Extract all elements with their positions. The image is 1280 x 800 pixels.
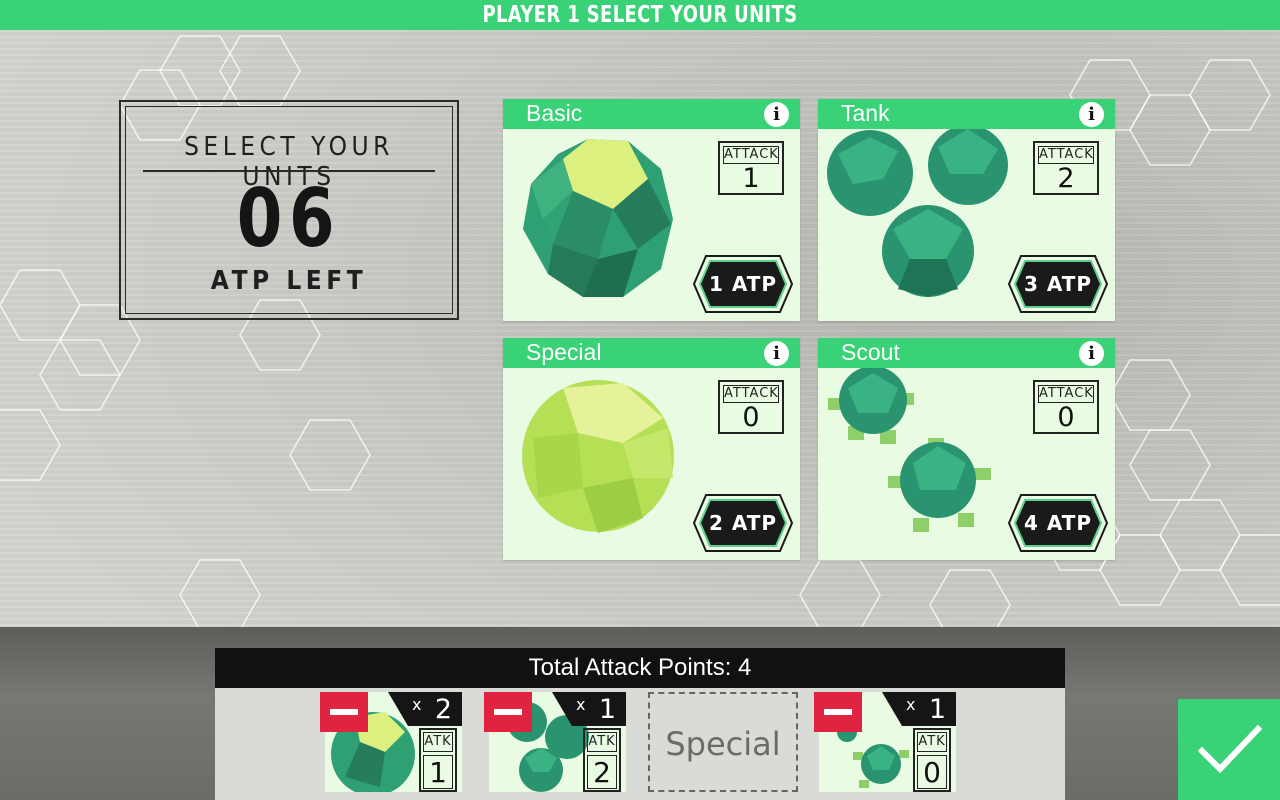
unit-name: Scout <box>841 339 900 365</box>
unit-card-scout[interactable]: Scout i ATTACK 0 4 ATP <box>818 338 1115 560</box>
unit-card-header: Tank i <box>818 99 1115 129</box>
minus-icon <box>824 709 852 715</box>
total-attack-points: Total Attack Points: 4 <box>215 648 1065 688</box>
cost-label: 4 ATP <box>1023 511 1093 535</box>
attack-stat: ATTACK 0 <box>718 380 784 434</box>
atk-value: 1 <box>423 755 453 789</box>
unit-count: 1 <box>928 694 946 725</box>
attack-value: 2 <box>1057 163 1075 194</box>
count-prefix: x <box>906 695 916 714</box>
attack-label: ATTACK <box>723 146 779 164</box>
unit-count-tab: x 1 <box>882 692 956 726</box>
checkmark-icon <box>1197 724 1263 774</box>
count-prefix: x <box>412 695 422 714</box>
unit-card-header: Special i <box>503 338 800 368</box>
atk-stat: ATK 2 <box>583 728 621 792</box>
remove-unit-button[interactable] <box>814 692 862 732</box>
info-icon[interactable]: i <box>1079 102 1104 127</box>
info-icon[interactable]: i <box>764 341 789 366</box>
attack-label: ATTACK <box>723 385 779 403</box>
top-bar: PLAYER 1 SELECT YOUR UNITS <box>0 0 1280 30</box>
selected-slot-tank: ATK 2 x 1 <box>484 692 626 792</box>
selected-slot-scout: ATK 0 x 1 <box>814 692 956 792</box>
atk-label: ATK <box>917 732 947 752</box>
basic-unit-image <box>523 139 673 297</box>
attack-value: 0 <box>742 402 760 433</box>
unit-count-tab: x 1 <box>552 692 626 726</box>
unit-name: Special <box>526 339 602 365</box>
count-prefix: x <box>576 695 586 714</box>
unit-name: Tank <box>841 100 890 126</box>
attack-value: 1 <box>742 163 760 194</box>
selected-slot-basic: ATK 1 x 2 <box>320 692 462 796</box>
attack-stat: ATTACK 2 <box>1033 141 1099 195</box>
special-unit-image <box>522 380 674 533</box>
attack-label: ATTACK <box>1038 385 1094 403</box>
atp-left-label: ATP LEFT <box>210 266 368 296</box>
atk-label: ATK <box>423 732 453 752</box>
atk-stat: ATK 1 <box>419 728 457 792</box>
unit-count: 2 <box>434 694 452 725</box>
scout-unit-image <box>828 368 991 532</box>
attack-stat: ATTACK 0 <box>1033 380 1099 434</box>
cost-badge[interactable]: 4 ATP <box>1007 493 1109 553</box>
cost-badge[interactable]: 1 ATP <box>692 254 794 314</box>
cost-label: 1 ATP <box>708 272 778 296</box>
info-icon[interactable]: i <box>1079 341 1104 366</box>
unit-count-tab: x 2 <box>388 692 462 726</box>
unit-name: Basic <box>526 100 583 126</box>
cost-badge[interactable]: 2 ATP <box>692 493 794 553</box>
unit-count: 1 <box>598 694 616 725</box>
attack-label: ATTACK <box>1038 146 1094 164</box>
screen-title: PLAYER 1 SELECT YOUR UNITS <box>140 0 1140 30</box>
attack-value: 0 <box>1057 402 1075 433</box>
remove-unit-button[interactable] <box>320 692 368 732</box>
atp-remaining-panel: SELECT YOUR UNITS 06 ATP LEFT <box>119 100 459 320</box>
remove-unit-button[interactable] <box>484 692 532 732</box>
atp-left-count: 06 <box>236 172 342 265</box>
confirm-button[interactable] <box>1178 699 1280 800</box>
cost-label: 2 ATP <box>708 511 778 535</box>
cost-badge[interactable]: 3 ATP <box>1007 254 1109 314</box>
info-icon[interactable]: i <box>764 102 789 127</box>
attack-stat: ATTACK 1 <box>718 141 784 195</box>
minus-icon <box>494 709 522 715</box>
cost-label: 3 ATP <box>1023 272 1093 296</box>
atk-label: ATK <box>587 732 617 752</box>
unit-card-special[interactable]: Special i ATTACK 0 2 ATP <box>503 338 800 560</box>
tank-unit-image <box>827 129 1008 297</box>
atk-value: 0 <box>917 755 947 789</box>
unit-card-tank[interactable]: Tank i ATTACK 2 3 ATP <box>818 99 1115 321</box>
atk-value: 2 <box>587 755 617 789</box>
atk-stat: ATK 0 <box>913 728 951 792</box>
empty-slot-special: Special <box>648 692 798 792</box>
minus-icon <box>330 709 358 715</box>
unit-card-header: Scout i <box>818 338 1115 368</box>
unit-card-basic[interactable]: Basic i ATTACK 1 1 ATP <box>503 99 800 321</box>
unit-card-header: Basic i <box>503 99 800 129</box>
